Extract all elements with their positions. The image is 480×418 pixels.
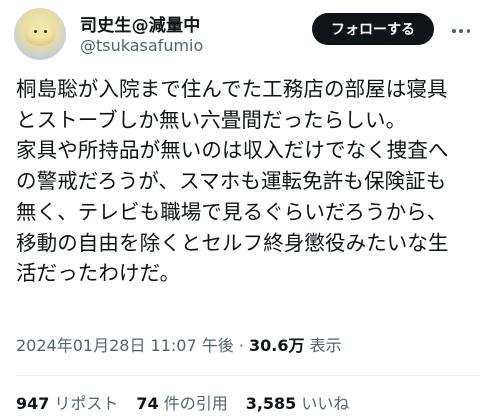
reposts-stat[interactable]: 947 リポスト — [16, 390, 118, 414]
tweet-text: 桐島聡が入院まで住んでた工務店の部屋は寝具 とストーブしか無い六畳間だったらしい… — [16, 74, 476, 289]
avatar-blob-icon — [25, 20, 55, 46]
engagement-stats: 947 リポスト 74 件の引用 3,585 いいね — [16, 390, 367, 414]
meta-separator: · — [233, 336, 249, 355]
likes-count: 3,585 — [245, 394, 297, 413]
likes-stat[interactable]: 3,585 いいね — [246, 390, 350, 414]
tweet-line: 桐島聡が入院まで住んでた工務店の部屋は寝具 — [16, 77, 448, 101]
tweet-line: の警戒だろうが、スマホも運転免許も保険証も — [16, 169, 447, 194]
divider — [16, 375, 480, 376]
author-avatar[interactable] — [14, 8, 66, 60]
tweet-header: 司史生@減量中 @tsukasafumio フォローする — [0, 0, 480, 64]
quotes-label: 件の引用 — [163, 394, 228, 413]
tweet-line: 無く、テレビも職場で見るぐらいだろうから、 — [16, 199, 448, 224]
follow-button[interactable]: フォローする — [312, 13, 434, 45]
tweet-line: 家具や所持品が無いのは収入だけでなく捜査へ — [16, 138, 449, 163]
views-count: 30.6万 — [249, 336, 305, 355]
author-display-name[interactable]: 司史生@減量中 — [80, 11, 200, 36]
quotes-count: 74 — [136, 394, 159, 413]
reposts-count: 947 — [16, 394, 50, 413]
avatar-eye-icon — [34, 30, 37, 33]
more-options-icon[interactable] — [452, 22, 470, 40]
likes-label: いいね — [301, 394, 350, 413]
author-handle[interactable]: @tsukasafumio — [80, 36, 203, 55]
avatar-eye-icon — [44, 30, 47, 33]
tweet-meta: 2024年01月28日 11:07 午後 · 30.6万 表示 — [16, 332, 342, 356]
tweet-line: 移動の自由を除くとセルフ終身懲役みたいな生 — [16, 230, 449, 255]
tweet-line: 活だったわけだ。 — [16, 261, 181, 286]
tweet-timestamp[interactable]: 2024年01月28日 11:07 午後 — [16, 336, 234, 355]
quotes-stat[interactable]: 74 件の引用 — [136, 390, 227, 414]
tweet-line: とストーブしか無い六畳間だったらしい。 — [16, 107, 407, 132]
views-label: 表示 — [309, 336, 342, 355]
reposts-label: リポスト — [54, 394, 119, 413]
